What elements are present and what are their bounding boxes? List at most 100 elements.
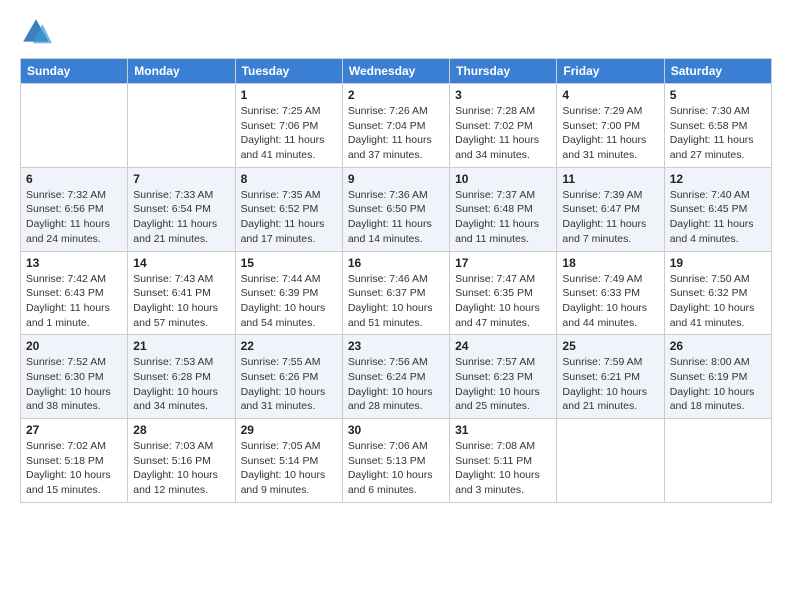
- day-number: 9: [348, 172, 444, 186]
- calendar-day-cell: 24 Sunrise: 7:57 AM Sunset: 6:23 PM Dayli…: [450, 335, 557, 419]
- day-info: Sunrise: 7:57 AM Sunset: 6:23 PM Dayligh…: [455, 355, 551, 414]
- day-info: Sunrise: 7:36 AM Sunset: 6:50 PM Dayligh…: [348, 188, 444, 247]
- calendar-day-cell: 20 Sunrise: 7:52 AM Sunset: 6:30 PM Dayli…: [21, 335, 128, 419]
- day-info: Sunrise: 7:39 AM Sunset: 6:47 PM Dayligh…: [562, 188, 658, 247]
- weekday-header: Saturday: [664, 59, 771, 84]
- day-number: 16: [348, 256, 444, 270]
- weekday-header: Tuesday: [235, 59, 342, 84]
- day-info: Sunrise: 7:35 AM Sunset: 6:52 PM Dayligh…: [241, 188, 337, 247]
- logo-icon: [20, 16, 52, 48]
- day-info: Sunrise: 7:03 AM Sunset: 5:16 PM Dayligh…: [133, 439, 229, 498]
- calendar-week-row: 1 Sunrise: 7:25 AM Sunset: 7:06 PM Daylig…: [21, 84, 772, 168]
- day-number: 2: [348, 88, 444, 102]
- day-number: 5: [670, 88, 766, 102]
- day-number: 4: [562, 88, 658, 102]
- day-info: Sunrise: 7:47 AM Sunset: 6:35 PM Dayligh…: [455, 272, 551, 331]
- day-info: Sunrise: 7:42 AM Sunset: 6:43 PM Dayligh…: [26, 272, 122, 331]
- calendar-week-row: 13Sunrise: 7:42 AM Sunset: 6:43 PM Dayli…: [21, 251, 772, 335]
- calendar-day-cell: 27Sunrise: 7:02 AM Sunset: 5:18 PM Dayli…: [21, 419, 128, 503]
- weekday-header: Friday: [557, 59, 664, 84]
- day-info: Sunrise: 7:33 AM Sunset: 6:54 PM Dayligh…: [133, 188, 229, 247]
- calendar-day-cell: [664, 419, 771, 503]
- day-number: 22: [241, 339, 337, 353]
- day-number: 18: [562, 256, 658, 270]
- calendar-day-cell: 4 Sunrise: 7:29 AM Sunset: 7:00 PM Daylig…: [557, 84, 664, 168]
- day-info: Sunrise: 7:08 AM Sunset: 5:11 PM Dayligh…: [455, 439, 551, 498]
- weekday-header: Monday: [128, 59, 235, 84]
- calendar-day-cell: 11 Sunrise: 7:39 AM Sunset: 6:47 PM Dayli…: [557, 167, 664, 251]
- day-number: 19: [670, 256, 766, 270]
- day-info: Sunrise: 7:29 AM Sunset: 7:00 PM Dayligh…: [562, 104, 658, 163]
- day-info: Sunrise: 7:05 AM Sunset: 5:14 PM Dayligh…: [241, 439, 337, 498]
- calendar-day-cell: 7 Sunrise: 7:33 AM Sunset: 6:54 PM Daylig…: [128, 167, 235, 251]
- day-number: 31: [455, 423, 551, 437]
- calendar-day-cell: 2 Sunrise: 7:26 AM Sunset: 7:04 PM Daylig…: [342, 84, 449, 168]
- day-info: Sunrise: 7:40 AM Sunset: 6:45 PM Dayligh…: [670, 188, 766, 247]
- calendar-day-cell: 12 Sunrise: 7:40 AM Sunset: 6:45 PM Dayli…: [664, 167, 771, 251]
- day-number: 27: [26, 423, 122, 437]
- calendar-day-cell: 16 Sunrise: 7:46 AM Sunset: 6:37 PM Dayli…: [342, 251, 449, 335]
- day-number: 21: [133, 339, 229, 353]
- calendar-day-cell: 21 Sunrise: 7:53 AM Sunset: 6:28 PM Dayli…: [128, 335, 235, 419]
- header-row: SundayMondayTuesdayWednesdayThursdayFrid…: [21, 59, 772, 84]
- weekday-header: Sunday: [21, 59, 128, 84]
- calendar-day-cell: 25Sunrise: 7:59 AM Sunset: 6:21 PM Dayli…: [557, 335, 664, 419]
- calendar-day-cell: 14 Sunrise: 7:43 AM Sunset: 6:41 PM Dayli…: [128, 251, 235, 335]
- day-number: 14: [133, 256, 229, 270]
- calendar-day-cell: 8 Sunrise: 7:35 AM Sunset: 6:52 PM Daylig…: [235, 167, 342, 251]
- calendar-day-cell: 26Sunrise: 8:00 AM Sunset: 6:19 PM Dayli…: [664, 335, 771, 419]
- day-info: Sunrise: 7:50 AM Sunset: 6:32 PM Dayligh…: [670, 272, 766, 331]
- day-number: 6: [26, 172, 122, 186]
- calendar-page: SundayMondayTuesdayWednesdayThursdayFrid…: [0, 0, 792, 612]
- day-info: Sunrise: 7:49 AM Sunset: 6:33 PM Dayligh…: [562, 272, 658, 331]
- day-number: 11: [562, 172, 658, 186]
- day-number: 10: [455, 172, 551, 186]
- day-number: 30: [348, 423, 444, 437]
- day-number: 17: [455, 256, 551, 270]
- day-info: Sunrise: 7:53 AM Sunset: 6:28 PM Dayligh…: [133, 355, 229, 414]
- calendar-week-row: 6Sunrise: 7:32 AM Sunset: 6:56 PM Daylig…: [21, 167, 772, 251]
- day-number: 20: [26, 339, 122, 353]
- calendar-day-cell: [21, 84, 128, 168]
- calendar-day-cell: 19 Sunrise: 7:50 AM Sunset: 6:32 PM Dayli…: [664, 251, 771, 335]
- day-info: Sunrise: 7:26 AM Sunset: 7:04 PM Dayligh…: [348, 104, 444, 163]
- day-info: Sunrise: 7:56 AM Sunset: 6:24 PM Dayligh…: [348, 355, 444, 414]
- day-info: Sunrise: 7:55 AM Sunset: 6:26 PM Dayligh…: [241, 355, 337, 414]
- calendar-day-cell: 13Sunrise: 7:42 AM Sunset: 6:43 PM Dayli…: [21, 251, 128, 335]
- day-number: 26: [670, 339, 766, 353]
- day-number: 24: [455, 339, 551, 353]
- day-number: 15: [241, 256, 337, 270]
- day-number: 3: [455, 88, 551, 102]
- calendar-day-cell: 5 Sunrise: 7:30 AM Sunset: 6:58 PM Daylig…: [664, 84, 771, 168]
- calendar-day-cell: [128, 84, 235, 168]
- calendar-table: SundayMondayTuesdayWednesdayThursdayFrid…: [20, 58, 772, 503]
- header: [20, 16, 772, 48]
- calendar-day-cell: 15 Sunrise: 7:44 AM Sunset: 6:39 PM Dayli…: [235, 251, 342, 335]
- day-info: Sunrise: 7:37 AM Sunset: 6:48 PM Dayligh…: [455, 188, 551, 247]
- day-info: Sunrise: 7:46 AM Sunset: 6:37 PM Dayligh…: [348, 272, 444, 331]
- day-info: Sunrise: 7:25 AM Sunset: 7:06 PM Dayligh…: [241, 104, 337, 163]
- calendar-day-cell: 17 Sunrise: 7:47 AM Sunset: 6:35 PM Dayli…: [450, 251, 557, 335]
- day-number: 12: [670, 172, 766, 186]
- day-number: 7: [133, 172, 229, 186]
- weekday-header: Thursday: [450, 59, 557, 84]
- day-info: Sunrise: 7:06 AM Sunset: 5:13 PM Dayligh…: [348, 439, 444, 498]
- day-number: 1: [241, 88, 337, 102]
- day-number: 8: [241, 172, 337, 186]
- calendar-day-cell: 30 Sunrise: 7:06 AM Sunset: 5:13 PM Dayli…: [342, 419, 449, 503]
- calendar-day-cell: 31 Sunrise: 7:08 AM Sunset: 5:11 PM Dayli…: [450, 419, 557, 503]
- day-info: Sunrise: 7:43 AM Sunset: 6:41 PM Dayligh…: [133, 272, 229, 331]
- calendar-day-cell: 28Sunrise: 7:03 AM Sunset: 5:16 PM Dayli…: [128, 419, 235, 503]
- day-info: Sunrise: 7:28 AM Sunset: 7:02 PM Dayligh…: [455, 104, 551, 163]
- weekday-header: Wednesday: [342, 59, 449, 84]
- day-info: Sunrise: 7:52 AM Sunset: 6:30 PM Dayligh…: [26, 355, 122, 414]
- day-info: Sunrise: 7:30 AM Sunset: 6:58 PM Dayligh…: [670, 104, 766, 163]
- calendar-week-row: 27Sunrise: 7:02 AM Sunset: 5:18 PM Dayli…: [21, 419, 772, 503]
- calendar-day-cell: [557, 419, 664, 503]
- calendar-day-cell: 18 Sunrise: 7:49 AM Sunset: 6:33 PM Dayli…: [557, 251, 664, 335]
- day-info: Sunrise: 7:44 AM Sunset: 6:39 PM Dayligh…: [241, 272, 337, 331]
- day-number: 29: [241, 423, 337, 437]
- calendar-day-cell: 1 Sunrise: 7:25 AM Sunset: 7:06 PM Daylig…: [235, 84, 342, 168]
- day-number: 23: [348, 339, 444, 353]
- day-info: Sunrise: 7:59 AM Sunset: 6:21 PM Dayligh…: [562, 355, 658, 414]
